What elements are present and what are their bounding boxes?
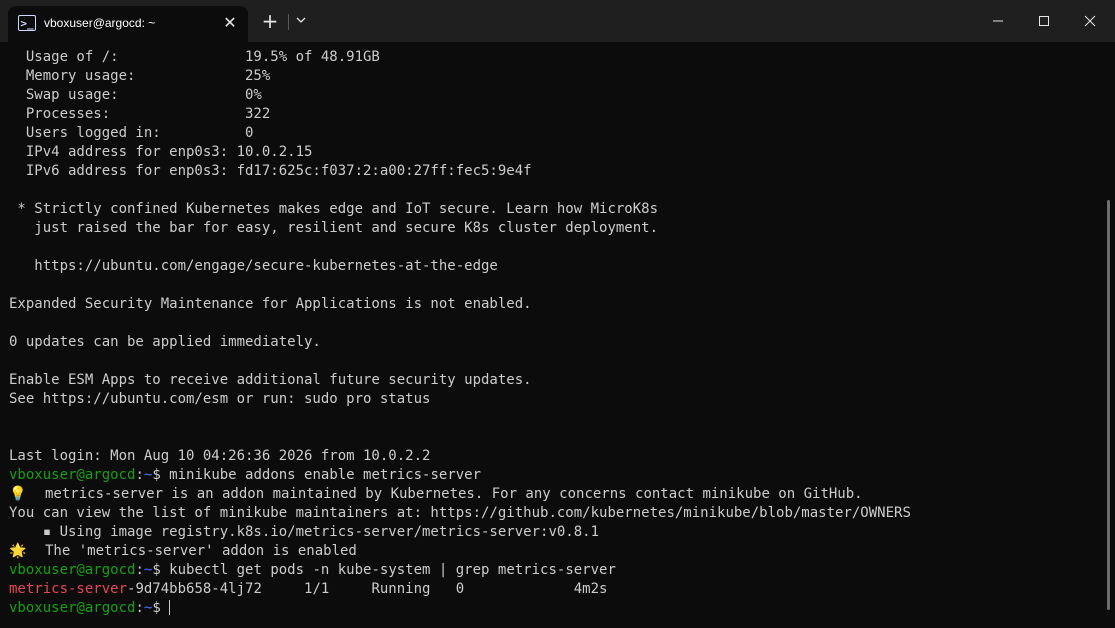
addon-enabled-text: The 'metrics-server' addon is enabled [45,543,357,559]
command-line[interactable]: vboxuser@argocd:~$ [9,599,1104,618]
close-tab-icon[interactable]: ✕ [220,13,240,33]
maximize-icon [1039,16,1049,26]
processes-line: Processes: 322 [9,106,271,122]
chevron-down-icon[interactable] [292,9,310,33]
star-icon: 🌟 [9,543,27,559]
swap-line: Swap usage: 0% [9,87,262,103]
addon-enabled-line: 🌟 The 'metrics-server' addon is enabled [9,542,1104,561]
ipv4-line: IPv4 address for enp0s3: 10.0.2.15 [9,144,313,160]
prompt-colon: : [135,600,144,616]
text-cursor [169,600,171,615]
maximize-button[interactable] [1021,0,1067,42]
image-line: ▪ Using image registry.k8s.io/metrics-se… [9,524,600,540]
ipv6-line: IPv6 address for enp0s3: fd17:625c:f037:… [9,163,532,179]
close-icon [1084,15,1096,27]
esm-line: Expanded Security Maintenance for Applic… [9,296,532,312]
tab-divider [288,14,289,30]
addon-info-text: metrics-server is an addon maintained by… [45,486,863,502]
close-window-button[interactable] [1067,0,1113,42]
command-line: vboxuser@argocd:~$ kubectl get pods -n k… [9,561,1104,580]
grep-match: metrics-server [9,581,128,597]
lightbulb-icon: 💡 [9,486,27,502]
users-line: Users logged in: 0 [9,125,254,141]
maintainers-line: You can view the list of minikube mainta… [9,505,911,521]
addon-info-line: 💡 metrics-server is an addon maintained b… [9,485,1104,504]
title-bar: >_ vboxuser@argocd: ~ ✕ + [0,0,1115,42]
esm-apps-line: Enable ESM Apps to receive additional fu… [9,372,532,388]
esm-status-line: See https://ubuntu.com/esm or run: sudo … [9,391,431,407]
pod-row: metrics-server-9d74bb658-4lj72 1/1 Runni… [9,580,1104,599]
command-line: vboxuser@argocd:~$ minikube addons enabl… [9,466,1104,485]
new-tab-button[interactable]: + [258,9,282,33]
powershell-icon: >_ [18,15,36,31]
minimize-icon [993,20,1003,22]
prompt-user: vboxuser@argocd [9,467,136,483]
terminal-tab[interactable]: >_ vboxuser@argocd: ~ ✕ [8,6,248,42]
prompt-user: vboxuser@argocd [9,600,136,616]
prompt-symbol: $ [152,467,170,483]
motd-line: * Strictly confined Kubernetes makes edg… [9,201,659,217]
prompt-colon: : [135,467,144,483]
prompt-symbol: $ [152,562,170,578]
memory-line: Memory usage: 25% [9,68,271,84]
terminal-window: >_ vboxuser@argocd: ~ ✕ + Usage of /: 19… [0,0,1115,628]
prompt-symbol: $ [152,600,170,616]
usage-line: Usage of /: 19.5% of 48.91GB [9,49,380,65]
tab-title: vboxuser@argocd: ~ [44,16,156,30]
updates-line: 0 updates can be applied immediately. [9,334,321,350]
minimize-button[interactable] [975,0,1021,42]
motd-link-line: https://ubuntu.com/engage/secure-kuberne… [9,258,498,274]
prompt-user: vboxuser@argocd [9,562,136,578]
pod-row-details: -9d74bb658-4lj72 1/1 Running 0 4m2s [127,581,608,597]
scrollbar-thumb[interactable] [1107,200,1110,610]
motd-line: just raised the bar for easy, resilient … [9,220,659,236]
command-text: minikube addons enable metrics-server [169,467,482,483]
terminal-output[interactable]: Usage of /: 19.5% of 48.91GB Memory usag… [0,42,1104,628]
prompt-colon: : [135,562,144,578]
command-text: kubectl get pods -n kube-system | grep m… [169,562,616,578]
last-login-line: Last login: Mon Aug 10 04:26:36 2026 fro… [9,448,431,464]
